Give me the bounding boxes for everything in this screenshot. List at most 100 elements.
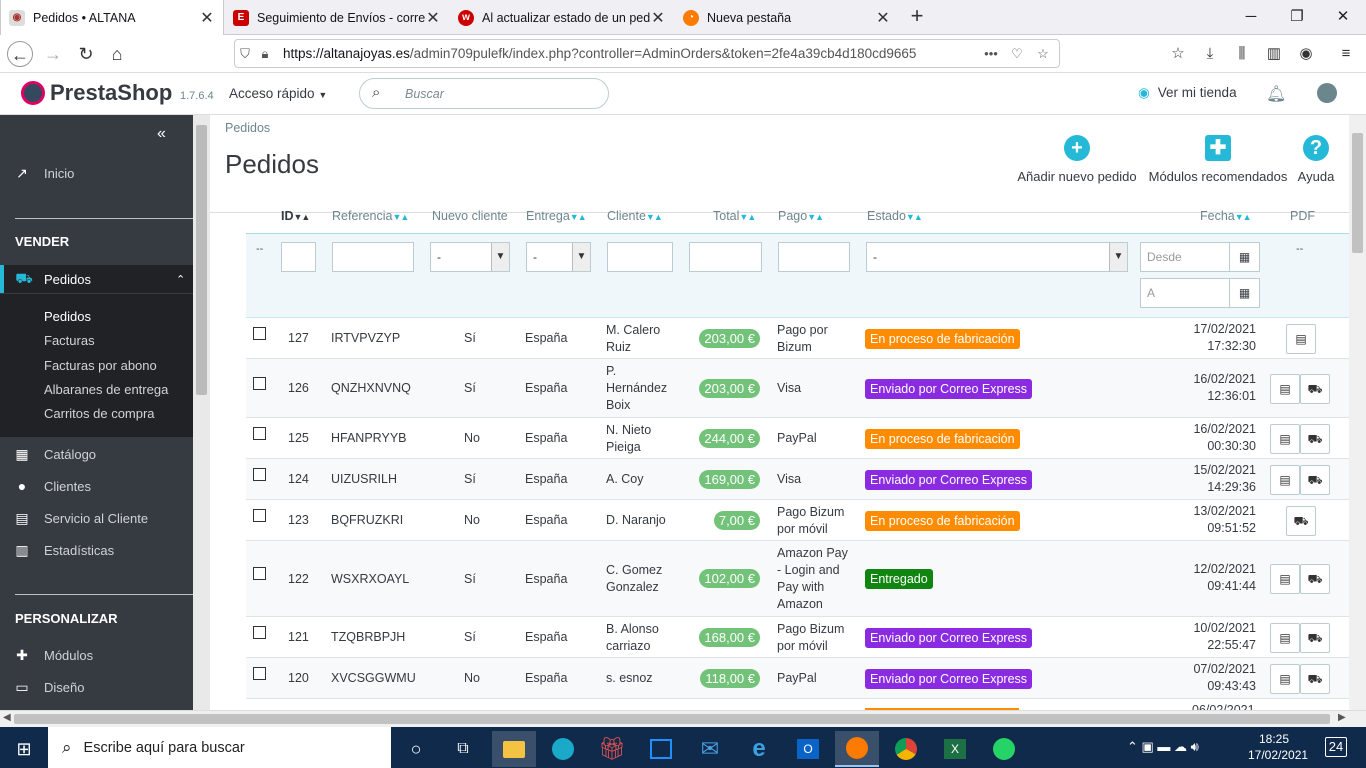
header-ref[interactable]: Referencia▼▲ [332, 209, 409, 223]
restore-button[interactable]: ❐ [1274, 0, 1320, 35]
status-badge[interactable]: En proceso de fabricación [865, 510, 1020, 531]
sort-icon[interactable]: ▼▲ [1235, 212, 1252, 222]
sort-icon[interactable]: ▼▲ [646, 212, 663, 222]
tab-actualizar[interactable]: w Al actualizar estado de un pedido ✕ [450, 0, 674, 35]
delivery-truck-icon[interactable]: ⛟ [1300, 423, 1330, 454]
scrollbar-thumb[interactable] [196, 125, 207, 395]
status-badge[interactable]: Entregado [865, 569, 933, 589]
header-total[interactable]: Total▼▲ [713, 209, 756, 223]
header-delivery[interactable]: Entrega▼▲ [526, 209, 587, 223]
sidebar-item-pedidos[interactable]: ⛟ Pedidos ⌃ [0, 265, 193, 293]
sidebar-toggle-icon[interactable]: ▥ [1261, 41, 1287, 67]
status-badge[interactable]: En proceso de fabricación [865, 428, 1020, 449]
minimize-button[interactable]: ─ [1228, 0, 1274, 35]
page-actions-icon[interactable]: ••• [981, 46, 1001, 61]
windows-start-icon[interactable]: ⊞ [2, 731, 46, 767]
account-icon[interactable]: ◉ [1293, 41, 1319, 67]
close-icon[interactable]: ✕ [199, 8, 215, 28]
search-input[interactable]: Buscar [405, 87, 444, 101]
filter-status-select[interactable]: - ▼ [866, 242, 1128, 272]
clock[interactable]: 18:25 17/02/2021 [1248, 731, 1308, 763]
invoice-pdf-icon[interactable]: ▤ [1270, 622, 1300, 653]
back-button[interactable]: ← [7, 41, 33, 67]
gift-icon[interactable]: 🎁︎ [590, 731, 634, 767]
invoice-pdf-icon[interactable]: ▤ [1270, 423, 1300, 454]
tab-pedidos[interactable]: ◉ Pedidos • ALTANA ✕ [0, 0, 224, 35]
shield-icon[interactable]: ⛉ [235, 46, 255, 62]
row-checkbox[interactable] [253, 508, 266, 522]
close-window-button[interactable]: ✕ [1320, 0, 1366, 35]
firefox-icon[interactable] [835, 731, 879, 767]
delivery-truck-icon[interactable]: ⛟ [1300, 663, 1330, 694]
file-explorer-icon[interactable] [492, 731, 536, 767]
tab-nueva[interactable]: ◔ Nueva pestaña ✕ [675, 0, 899, 35]
page-scrollbar[interactable] [1349, 115, 1366, 710]
sidebar-subitem-albaranes[interactable]: Albaranes de entrega [44, 382, 168, 397]
invoice-pdf-icon[interactable]: ▤ [1286, 323, 1316, 354]
notification-center-icon[interactable]: 24 [1322, 733, 1350, 761]
filter-reference-input[interactable] [332, 242, 414, 272]
download-icon[interactable]: ⤓ [1197, 41, 1223, 67]
sidebar-item-catalogo[interactable]: ▦ Catálogo [0, 442, 193, 466]
close-icon[interactable]: ✕ [425, 8, 441, 28]
quick-access-dropdown[interactable]: Acceso rápido ▼ [229, 86, 327, 101]
collapse-sidebar-icon[interactable]: « [157, 125, 166, 143]
invoice-pdf-icon[interactable]: ▤ [1270, 373, 1300, 404]
close-icon[interactable]: ✕ [650, 8, 666, 28]
menu-icon[interactable]: ≡ [1333, 41, 1359, 67]
invoice-pdf-icon[interactable]: ▤ [1270, 564, 1300, 594]
breadcrumb[interactable]: Pedidos [225, 121, 270, 135]
search-box[interactable]: ⌕ Buscar [359, 78, 609, 109]
filter-payment-input[interactable] [778, 242, 850, 272]
header-date[interactable]: Fecha▼▲ [1200, 209, 1252, 223]
bookmarks-star-icon[interactable]: ☆ [1165, 41, 1191, 67]
search-icon[interactable]: ⌕ [372, 84, 380, 101]
recommended-modules-button[interactable]: ✚ Módulos recomendados [1148, 135, 1288, 184]
row-checkbox[interactable] [253, 467, 266, 481]
notifications-bell-icon[interactable]: 🔔︎ [1266, 84, 1286, 104]
row-checkbox[interactable] [253, 426, 266, 440]
sidebar-item-diseno[interactable]: ▭ Diseño [0, 675, 193, 699]
task-view-icon[interactable]: ⧉ [441, 731, 485, 767]
sort-icon[interactable]: ▼▲ [570, 212, 587, 222]
header-customer[interactable]: Cliente▼▲ [607, 209, 663, 223]
taskbar-search[interactable]: ⌕ Escribe aquí para buscar [48, 727, 391, 768]
sort-icon[interactable]: ▼▲ [906, 212, 923, 222]
pocket-icon[interactable]: ♡ [1007, 46, 1027, 62]
scrollbar-thumb[interactable] [1352, 133, 1363, 253]
header-payment[interactable]: Pago▼▲ [778, 209, 824, 223]
new-tab-button[interactable]: + [904, 4, 930, 30]
calculator-icon[interactable] [639, 731, 683, 767]
header-id[interactable]: ID▼▲ [281, 209, 311, 223]
status-badge[interactable]: Enviado por Correo Express [865, 627, 1033, 648]
chrome-icon[interactable] [884, 731, 928, 767]
scroll-right-icon[interactable]: ▶ [1338, 712, 1346, 723]
invoice-pdf-icon[interactable]: ▤ [1270, 663, 1300, 694]
sidebar-item-modulos[interactable]: ✚ Módulos [0, 643, 193, 667]
mail-icon[interactable]: ✉ [688, 731, 732, 767]
status-badge[interactable]: Enviado por Correo Express [865, 668, 1033, 689]
brand-name[interactable]: PrestaShop [50, 80, 172, 106]
library-icon[interactable]: ⫼ [1229, 41, 1255, 67]
filter-date-from-input[interactable]: Desde [1140, 242, 1230, 272]
filter-date-to-input[interactable]: A [1140, 278, 1230, 308]
close-icon[interactable]: ✕ [875, 8, 891, 28]
invoice-pdf-icon[interactable]: ▤ [1270, 464, 1300, 495]
filter-new-customer-select[interactable]: - ▼ [430, 242, 510, 272]
header-status[interactable]: Estado▼▲ [867, 209, 923, 223]
delivery-truck-icon[interactable]: ⛟ [1300, 464, 1330, 495]
row-checkbox[interactable] [253, 625, 266, 639]
sort-icon[interactable]: ▼▲ [294, 212, 311, 222]
delivery-truck-icon[interactable]: ⛟ [1286, 505, 1316, 536]
row-checkbox[interactable] [253, 376, 266, 390]
status-badge[interactable]: Enviado por Correo Express [865, 378, 1033, 399]
cortana-icon[interactable]: ○ [394, 731, 438, 767]
filter-total-input[interactable] [689, 242, 762, 272]
excel-icon[interactable]: X [933, 731, 977, 767]
delivery-truck-icon[interactable]: ⛟ [1300, 564, 1330, 594]
calendar-icon[interactable]: ▦ [1229, 242, 1260, 272]
sidebar-item-servicio[interactable]: ▤ Servicio al Cliente [0, 506, 193, 530]
row-checkbox[interactable] [253, 567, 266, 580]
sidebar-subitem-facturas-abono[interactable]: Facturas por abono [44, 358, 157, 373]
sidebar-subitem-pedidos[interactable]: Pedidos [44, 309, 91, 324]
